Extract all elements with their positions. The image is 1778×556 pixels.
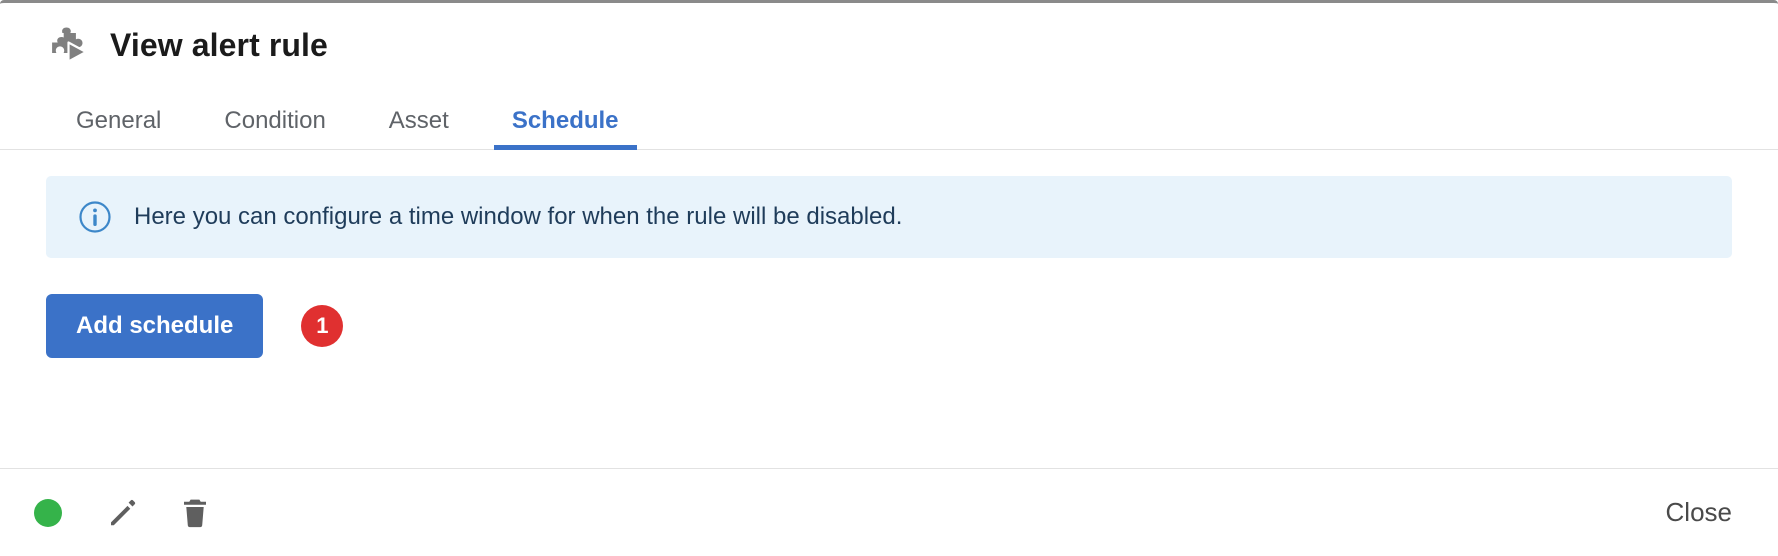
tab-list: General Condition Asset Schedule xyxy=(0,88,1778,150)
close-button[interactable]: Close xyxy=(1666,497,1732,528)
info-circle-icon xyxy=(78,200,112,234)
tab-bar: General Condition Asset Schedule xyxy=(0,88,1778,150)
dialog-body: Here you can configure a time window for… xyxy=(0,150,1778,468)
tab-general[interactable]: General xyxy=(76,88,161,149)
info-banner: Here you can configure a time window for… xyxy=(46,176,1732,258)
tab-asset[interactable]: Asset xyxy=(389,88,449,149)
info-banner-text: Here you can configure a time window for… xyxy=(134,203,903,230)
tab-condition[interactable]: Condition xyxy=(224,88,325,149)
trash-icon[interactable] xyxy=(176,494,214,532)
puzzle-play-icon xyxy=(46,23,90,67)
page-title: View alert rule xyxy=(110,27,328,63)
status-dot-green xyxy=(34,498,62,527)
tab-schedule[interactable]: Schedule xyxy=(493,88,637,150)
schedule-count-badge: 1 xyxy=(301,305,344,347)
dialog-header: View alert rule xyxy=(0,0,1778,63)
pencil-icon[interactable] xyxy=(104,494,142,532)
dialog-top-edge xyxy=(0,0,1778,4)
footer-actions xyxy=(34,494,248,532)
dialog-footer: Close xyxy=(0,468,1778,556)
add-schedule-button[interactable]: Add schedule xyxy=(46,294,264,358)
action-row: Add schedule 1 xyxy=(46,294,1732,358)
view-alert-rule-dialog: View alert rule General Condition Asset … xyxy=(0,0,1778,556)
